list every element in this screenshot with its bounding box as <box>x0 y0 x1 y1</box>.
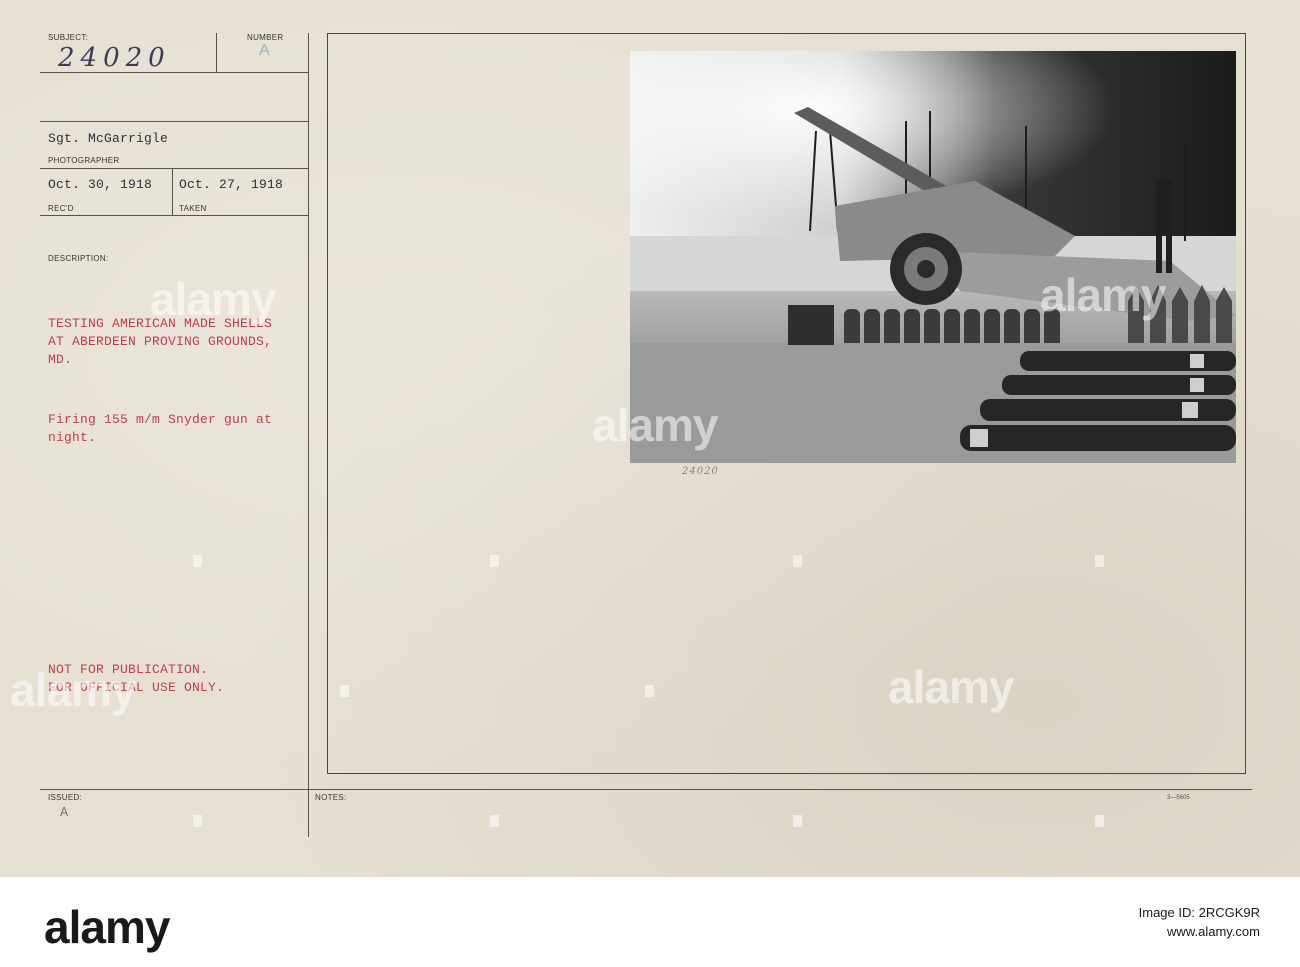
photo-illustration <box>630 51 1236 463</box>
subject-label: SUBJECT: <box>48 33 89 42</box>
number-label: NUMBER <box>247 33 284 42</box>
description-label: DESCRIPTION: <box>48 254 109 263</box>
notes-label: NOTES: <box>315 793 347 802</box>
rule-footer <box>40 789 1252 790</box>
watermark-dot <box>793 815 802 827</box>
rule-column-divider <box>308 33 309 837</box>
watermark-dot <box>490 555 499 567</box>
form-code: 3—5605 <box>1167 795 1190 801</box>
photographer-label: PHOTOGRAPHER <box>48 156 120 165</box>
watermark-overlay: alamy <box>1040 269 1166 321</box>
received-date: Oct. 30, 1918 <box>48 177 153 192</box>
brand-logo: alamy <box>44 901 170 953</box>
watermark-dot <box>645 685 654 697</box>
watermark-dot <box>340 685 349 697</box>
watermark-dot <box>1095 815 1104 827</box>
number-value: A <box>259 42 270 59</box>
subject-number: 24020 <box>58 43 171 73</box>
description-line: MD. <box>48 352 73 367</box>
caption-line: night. <box>48 430 97 445</box>
watermark-overlay: alamy <box>10 664 136 716</box>
rule-dates-bottom <box>40 215 309 216</box>
received-label: REC'D <box>48 204 74 213</box>
corner-mark: A <box>60 805 69 819</box>
rule-dates-divider <box>172 168 173 215</box>
sandbag <box>788 305 834 345</box>
site-url: www.alamy.com <box>1167 924 1260 939</box>
caption-line: Firing 155 m/m Snyder gun at <box>48 412 273 427</box>
taken-date: Oct. 27, 1918 <box>179 177 284 192</box>
rule-photographer-top <box>40 121 309 122</box>
description-line: AT ABERDEEN PROVING GROUNDS, <box>48 334 273 349</box>
photographer-name: Sgt. McGarrigle <box>48 131 169 146</box>
image-id: Image ID: 2RCGK9R <box>1138 905 1260 920</box>
watermark-overlay: alamy <box>592 399 718 451</box>
image-id-block: Image ID: 2RCGK9R www.alamy.com <box>1010 905 1260 939</box>
watermark-dot <box>193 815 202 827</box>
watermark-overlay: alamy <box>888 661 1014 713</box>
rule-number-divider <box>216 33 217 73</box>
wheel-hub <box>917 260 935 278</box>
watermark-dot <box>793 555 802 567</box>
taken-label: TAKEN <box>179 204 207 213</box>
archive-record-card: SUBJECT: 24020 NUMBER A Sgt. McGarrigle … <box>0 0 1300 877</box>
watermark-dot <box>193 555 202 567</box>
watermark-overlay: alamy <box>150 273 276 325</box>
watermark-dot <box>1095 555 1104 567</box>
watermark-dot <box>490 815 499 827</box>
rule-photographer-bottom <box>40 168 309 169</box>
photo-negative-number: 24020 <box>682 466 719 477</box>
photograph-howitzer-firing <box>630 51 1236 463</box>
issued-label: ISSUED: <box>48 793 83 802</box>
